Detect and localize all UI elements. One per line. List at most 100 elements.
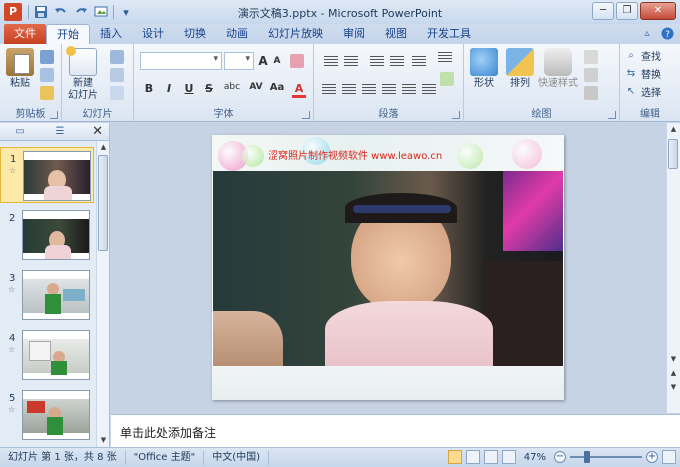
scroll-down-icon[interactable]: ▼ [667,353,680,366]
tab-slideshow[interactable]: 幻灯片放映 [258,24,333,44]
layout-icon[interactable] [110,50,124,64]
drawing-launcher-icon[interactable] [608,111,616,119]
tab-home[interactable]: 开始 [46,24,90,44]
close-button[interactable]: ✕ [640,2,676,20]
decrease-indent-icon[interactable] [370,56,384,68]
cut-icon[interactable] [40,50,54,64]
reset-icon[interactable] [110,68,124,82]
slides-view-tab[interactable]: ▭ [0,123,40,141]
shape-outline-icon[interactable] [584,68,598,82]
tab-review[interactable]: 审阅 [333,24,375,44]
line-spacing-icon[interactable] [412,56,426,68]
tab-insert[interactable]: 插入 [90,24,132,44]
clipboard-launcher-icon[interactable] [50,111,58,119]
smartart-icon[interactable] [440,72,454,86]
tab-developer[interactable]: 开发工具 [417,24,481,44]
change-case-button[interactable]: Aa [268,82,286,93]
thumbnail-scrollbar[interactable]: ▲ ▼ [96,141,109,447]
scroll-down-icon[interactable]: ▼ [97,434,110,447]
zoom-slider[interactable] [570,450,642,464]
tab-animations[interactable]: 动画 [216,24,258,44]
slide-thumbnail-3[interactable]: 3 ☆ [0,267,94,323]
paragraph-launcher-icon[interactable] [452,111,460,119]
scroll-up-icon[interactable]: ▲ [667,123,680,136]
font-size-combo[interactable] [224,52,254,70]
grow-font-icon[interactable]: A [256,54,270,68]
align-left-icon[interactable] [322,84,336,96]
strikethrough-button[interactable]: S [202,82,216,95]
restore-button[interactable]: ❐ [616,2,638,20]
shapes-button[interactable]: 形状 [470,48,498,90]
bold-button[interactable]: B [142,82,156,95]
help-icon[interactable]: ? [660,27,674,41]
undo-icon[interactable] [53,4,69,20]
align-center-icon[interactable] [342,84,356,96]
reading-view-icon[interactable] [483,450,498,464]
shape-effects-icon[interactable] [584,86,598,100]
shape-fill-icon[interactable] [584,50,598,64]
find-button[interactable]: ⌕ 查找 [624,48,661,64]
zoom-in-icon[interactable]: + [646,451,658,463]
scrollbar-thumb[interactable] [98,155,108,251]
scroll-up-icon[interactable]: ▲ [97,141,110,154]
redo-icon[interactable] [73,4,89,20]
collapse-ribbon-icon[interactable]: ▵ [640,27,654,41]
increase-indent-icon[interactable] [390,56,404,68]
theme-name[interactable]: "Office 主题" [126,450,205,465]
slideshow-icon[interactable] [93,4,109,20]
tab-file[interactable]: 文件 [4,24,46,44]
slide-scrollbar[interactable]: ▲ ▼ ▲ ▼ [666,123,680,413]
columns-icon[interactable] [422,84,436,96]
zoom-out-icon[interactable]: − [554,451,566,463]
text-direction-icon[interactable] [438,52,452,64]
distribute-icon[interactable] [402,84,416,96]
previous-slide-icon[interactable]: ▲ [667,367,680,380]
section-icon[interactable] [110,86,124,100]
slide-sorter-icon[interactable] [465,450,480,464]
new-slide-button[interactable]: 新建 幻灯片 [66,46,98,102]
font-launcher-icon[interactable] [302,111,310,119]
zoom-knob[interactable] [584,451,590,463]
align-right-icon[interactable] [362,84,376,96]
save-icon[interactable] [33,4,49,20]
tab-view[interactable]: 视图 [375,24,417,44]
powerpoint-logo-icon[interactable]: P [4,3,22,21]
select-button[interactable]: ↖ 选择 [624,84,661,100]
shrink-font-icon[interactable]: A [270,56,284,66]
slide-thumbnail-4[interactable]: 4 ☆ [0,327,94,383]
normal-view-icon[interactable] [447,450,462,464]
slide-thumbnail-1[interactable]: 1 ☆ [0,147,94,203]
close-icon[interactable]: ✕ [92,124,103,139]
zoom-level[interactable]: 47% [524,452,546,463]
font-color-button[interactable]: A [292,82,306,98]
customize-icon[interactable]: ▾ [118,4,134,20]
current-slide[interactable]: 涩窝照片制作视频软件 www.leawo.cn [212,135,564,400]
slide-thumbnail-2[interactable]: 2 [0,207,94,263]
outline-view-tab[interactable]: ☰ [40,123,80,141]
next-slide-icon[interactable]: ▼ [667,381,680,394]
fit-to-window-icon[interactable] [662,450,676,464]
italic-button[interactable]: I [162,82,176,95]
language-indicator[interactable]: 中文(中国) [204,450,270,465]
quick-styles-button[interactable]: 快速样式 [538,48,578,90]
copy-icon[interactable] [40,68,54,82]
numbering-icon[interactable] [344,56,358,68]
tab-transitions[interactable]: 切换 [174,24,216,44]
shadow-button[interactable]: abc [220,82,244,92]
paste-button[interactable]: 粘贴 [6,48,34,90]
arrange-button[interactable]: 排列 [506,48,534,90]
slide-thumbnail-5[interactable]: 5 ☆ [0,387,94,443]
font-name-combo[interactable] [140,52,222,70]
minimize-button[interactable]: ─ [592,2,614,20]
format-painter-icon[interactable] [40,86,54,100]
slideshow-view-icon[interactable] [501,450,516,464]
tab-design[interactable]: 设计 [132,24,174,44]
scrollbar-thumb[interactable] [668,139,678,169]
replace-button[interactable]: ⇆ 替换 [624,66,661,82]
underline-button[interactable]: U [182,82,196,95]
bullets-icon[interactable] [324,56,338,68]
notes-pane[interactable]: 单击此处添加备注 [111,414,680,447]
clear-format-icon[interactable] [290,54,304,68]
justify-icon[interactable] [382,84,396,96]
char-spacing-button[interactable]: AV [246,82,266,92]
